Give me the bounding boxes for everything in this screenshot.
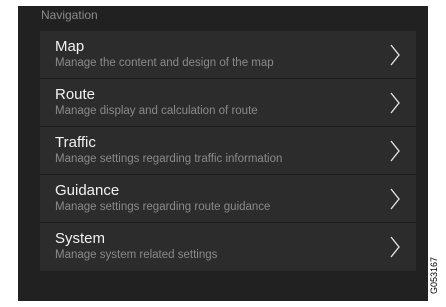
screen: Navigation Map Manage the content and de… — [18, 6, 428, 301]
menu-item-system[interactable]: System Manage system related settings — [40, 223, 416, 271]
menu-item-map[interactable]: Map Manage the content and design of the… — [40, 31, 416, 79]
chevron-right-icon — [390, 44, 400, 66]
menu-item-subtitle: Manage settings regarding route guidance — [55, 201, 271, 213]
menu-item-title: System — [55, 230, 106, 247]
menu-item-subtitle: Manage display and calculation of route — [55, 105, 258, 117]
menu-item-title: Traffic — [55, 134, 96, 151]
menu-item-title: Map — [55, 38, 85, 55]
figure-id-label: G053167 — [428, 255, 440, 297]
chevron-right-icon — [390, 188, 400, 210]
menu-item-title: Guidance — [55, 182, 120, 199]
menu-item-subtitle: Manage system related settings — [55, 249, 218, 261]
screen-header: Navigation — [41, 8, 98, 22]
menu-item-subtitle: Manage settings regarding traffic inform… — [55, 153, 283, 165]
menu-item-title: Route — [55, 86, 96, 103]
settings-menu: Map Manage the content and design of the… — [40, 31, 416, 271]
menu-item-traffic[interactable]: Traffic Manage settings regarding traffi… — [40, 127, 416, 175]
chevron-right-icon — [390, 140, 400, 162]
chevron-right-icon — [390, 236, 400, 258]
menu-item-subtitle: Manage the content and design of the map — [55, 57, 274, 69]
menu-item-route[interactable]: Route Manage display and calculation of … — [40, 79, 416, 127]
menu-item-guidance[interactable]: Guidance Manage settings regarding route… — [40, 175, 416, 223]
chevron-right-icon — [390, 92, 400, 114]
